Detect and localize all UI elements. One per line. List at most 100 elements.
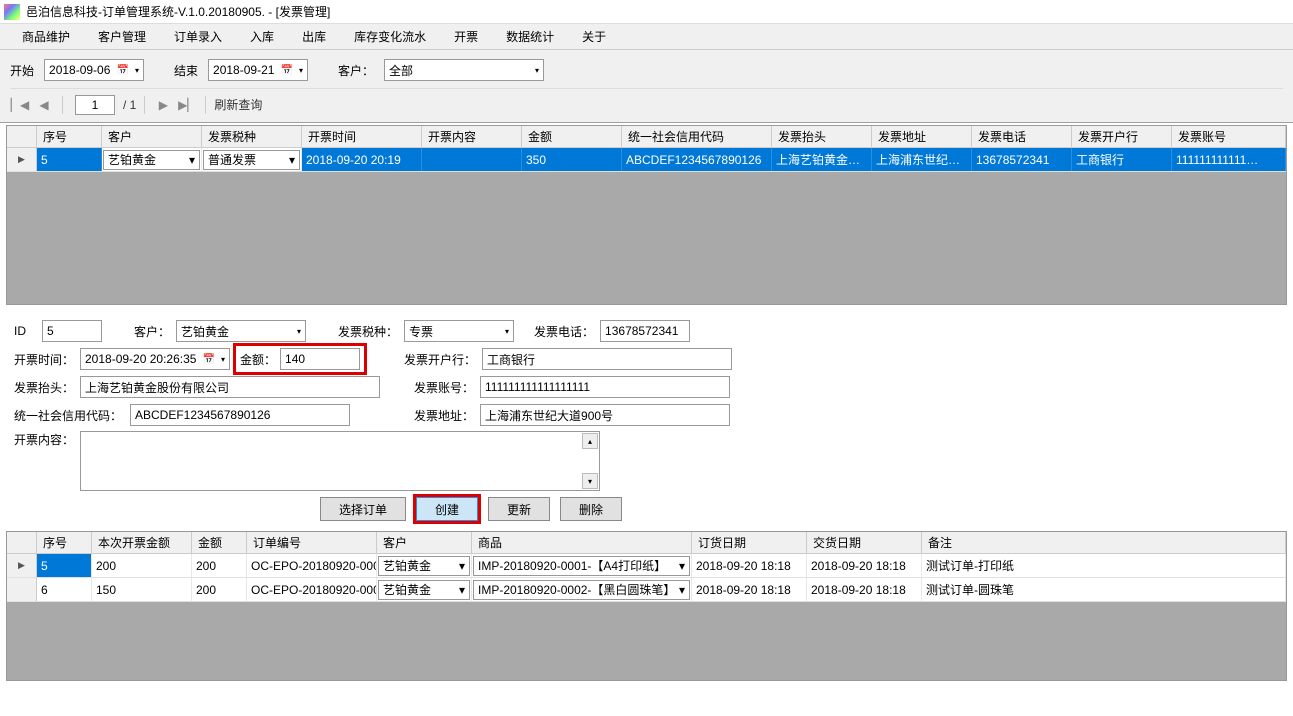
phone-field[interactable]: 13678572341 bbox=[600, 320, 690, 342]
pager-first[interactable]: ▏◀ bbox=[10, 95, 30, 115]
col-order[interactable]: 订单编号 bbox=[247, 532, 377, 553]
bank-label: 发票开户行： bbox=[404, 351, 476, 368]
tax-combo[interactable]: 专票▾ bbox=[404, 320, 514, 342]
titlebar: 邑泊信息科技-订单管理系统-V.1.0.20180905. - [发票管理] bbox=[0, 0, 1293, 24]
pager-last[interactable]: ▶▏ bbox=[177, 95, 197, 115]
id-field[interactable]: 5 bbox=[42, 320, 102, 342]
content-label: 开票内容： bbox=[14, 431, 74, 448]
col-amt[interactable]: 金额 bbox=[192, 532, 247, 553]
select-order-button[interactable]: 选择订单 bbox=[320, 497, 406, 521]
page-of-label: / 1 bbox=[123, 98, 136, 112]
window-title: 邑泊信息科技-订单管理系统-V.1.0.20180905. - [发票管理] bbox=[26, 3, 330, 20]
menu-customer[interactable]: 客户管理 bbox=[84, 24, 160, 49]
col-seq[interactable]: 序号 bbox=[37, 126, 102, 147]
row-prod-combo[interactable]: IMP-20180920-0001-【A4打印纸】▾ bbox=[472, 554, 692, 577]
page-number-input[interactable]: 1 bbox=[75, 95, 115, 115]
bank-field[interactable]: 工商银行 bbox=[482, 348, 732, 370]
chevron-down-icon: ▾ bbox=[459, 559, 465, 573]
col-phone[interactable]: 发票电话 bbox=[972, 126, 1072, 147]
start-date-value: 2018-09-06 bbox=[49, 63, 110, 77]
chevron-down-icon: ▾ bbox=[505, 327, 509, 336]
code-label: 统一社会信用代码： bbox=[14, 407, 124, 424]
menu-inbound[interactable]: 入库 bbox=[236, 24, 288, 49]
row-selector[interactable] bbox=[7, 578, 37, 601]
grid-header: 序号 客户 发票税种 开票时间 开票内容 金额 统一社会信用代码 发票抬头 发票… bbox=[7, 126, 1286, 148]
col-cust[interactable]: 客户 bbox=[377, 532, 472, 553]
col-deliv-date[interactable]: 交货日期 bbox=[807, 532, 922, 553]
col-note[interactable]: 备注 bbox=[922, 532, 1286, 553]
col-amount[interactable]: 金额 bbox=[522, 126, 622, 147]
col-bank[interactable]: 发票开户行 bbox=[1072, 126, 1172, 147]
time-field[interactable]: 2018-09-20 20:26:35 📅▾ bbox=[80, 348, 230, 370]
col-time[interactable]: 开票时间 bbox=[302, 126, 422, 147]
col-seq[interactable]: 序号 bbox=[37, 532, 92, 553]
amount-field[interactable]: 140 bbox=[280, 348, 360, 370]
chevron-down-icon: ▾ bbox=[297, 327, 301, 336]
order-grid[interactable]: 序号 本次开票金额 金额 订单编号 客户 商品 订货日期 交货日期 备注 ▶ 5… bbox=[6, 531, 1287, 681]
row-tax-combo[interactable]: 普通发票▾ bbox=[202, 148, 302, 171]
pager-next[interactable]: ▶ bbox=[153, 95, 173, 115]
menubar: 商品维护 客户管理 订单录入 入库 出库 库存变化流水 开票 数据统计 关于 bbox=[0, 24, 1293, 50]
menu-stats[interactable]: 数据统计 bbox=[492, 24, 568, 49]
col-prod[interactable]: 商品 bbox=[472, 532, 692, 553]
col-addr[interactable]: 发票地址 bbox=[872, 126, 972, 147]
col-content[interactable]: 开票内容 bbox=[422, 126, 522, 147]
row-selector-icon[interactable]: ▶ bbox=[7, 148, 37, 171]
end-date-value: 2018-09-21 bbox=[213, 63, 274, 77]
chevron-down-icon: ▾ bbox=[535, 66, 539, 75]
end-label: 结束 bbox=[174, 62, 198, 79]
menu-product[interactable]: 商品维护 bbox=[8, 24, 84, 49]
customer-filter-combo[interactable]: 全部 ▾ bbox=[384, 59, 544, 81]
toolbar: 开始 2018-09-06 📅▾ 结束 2018-09-21 📅▾ 客户： 全部… bbox=[0, 50, 1293, 123]
col-title[interactable]: 发票抬头 bbox=[772, 126, 872, 147]
col-customer[interactable]: 客户 bbox=[102, 126, 202, 147]
acct-label: 发票账号： bbox=[414, 379, 474, 396]
menu-about[interactable]: 关于 bbox=[568, 24, 620, 49]
row-cust-combo[interactable]: 艺铂黄金▾ bbox=[377, 554, 472, 577]
table-row[interactable]: ▶ 5 200 200 OC-EPO-20180920-0001 艺铂黄金▾ I… bbox=[7, 554, 1286, 578]
start-date-input[interactable]: 2018-09-06 📅▾ bbox=[44, 59, 144, 81]
col-acct[interactable]: 发票账号 bbox=[1172, 126, 1286, 147]
col-tax[interactable]: 发票税种 bbox=[202, 126, 302, 147]
table-row[interactable]: ▶ 5 艺铂黄金▾ 普通发票▾ 2018-09-20 20:19 350 ABC… bbox=[7, 148, 1286, 172]
col-order-date[interactable]: 订货日期 bbox=[692, 532, 807, 553]
row-prod-combo[interactable]: IMP-20180920-0002-【黑白圆珠笔】▾ bbox=[472, 578, 692, 601]
menu-order-entry[interactable]: 订单录入 bbox=[160, 24, 236, 49]
title-field[interactable]: 上海艺铂黄金股份有限公司 bbox=[80, 376, 380, 398]
pager-prev[interactable]: ◀ bbox=[34, 95, 54, 115]
phone-label: 发票电话： bbox=[534, 323, 594, 340]
row-customer-combo[interactable]: 艺铂黄金▾ bbox=[102, 148, 202, 171]
invoice-grid[interactable]: 序号 客户 发票税种 开票时间 开票内容 金额 统一社会信用代码 发票抬头 发票… bbox=[6, 125, 1287, 305]
tax-label: 发票税种： bbox=[338, 323, 398, 340]
acct-field[interactable]: 111111111111111111 bbox=[480, 376, 730, 398]
menu-outbound[interactable]: 出库 bbox=[288, 24, 340, 49]
end-date-input[interactable]: 2018-09-21 📅▾ bbox=[208, 59, 308, 81]
col-invoice-amt[interactable]: 本次开票金额 bbox=[92, 532, 192, 553]
delete-button[interactable]: 删除 bbox=[560, 497, 622, 521]
customer-filter-label: 客户： bbox=[338, 62, 374, 79]
col-code[interactable]: 统一社会信用代码 bbox=[622, 126, 772, 147]
menu-invoice[interactable]: 开票 bbox=[440, 24, 492, 49]
table-row[interactable]: 6 150 200 OC-EPO-20180920-0002 艺铂黄金▾ IMP… bbox=[7, 578, 1286, 602]
amount-label: 金额： bbox=[240, 351, 276, 368]
refresh-query-link[interactable]: 刷新查询 bbox=[214, 96, 262, 113]
scroll-down-icon[interactable]: ▾ bbox=[582, 473, 598, 489]
time-label: 开票时间： bbox=[14, 351, 74, 368]
chevron-down-icon: ▾ bbox=[135, 66, 139, 75]
customer-combo[interactable]: 艺铂黄金▾ bbox=[176, 320, 306, 342]
code-field[interactable]: ABCDEF1234567890126 bbox=[130, 404, 350, 426]
addr-field[interactable]: 上海浦东世纪大道900号 bbox=[480, 404, 730, 426]
create-button[interactable]: 创建 bbox=[416, 497, 478, 521]
calendar-icon: 📅 bbox=[280, 65, 292, 76]
pager: ▏◀ ◀ 1 / 1 ▶ ▶▏ 刷新查询 bbox=[10, 88, 1283, 118]
invoice-form: ID 5 客户： 艺铂黄金▾ 发票税种： 专票▾ 发票电话： 136785723… bbox=[0, 307, 1293, 497]
row-selector-icon[interactable]: ▶ bbox=[7, 554, 37, 577]
row-cust-combo[interactable]: 艺铂黄金▾ bbox=[377, 578, 472, 601]
content-textarea[interactable]: ▴ ▾ bbox=[80, 431, 600, 491]
menu-inventory[interactable]: 库存变化流水 bbox=[340, 24, 440, 49]
update-button[interactable]: 更新 bbox=[488, 497, 550, 521]
amount-highlight: 金额： 140 bbox=[236, 346, 364, 372]
chevron-down-icon: ▾ bbox=[189, 153, 195, 167]
scroll-up-icon[interactable]: ▴ bbox=[582, 433, 598, 449]
customer-filter-value: 全部 bbox=[389, 62, 413, 79]
